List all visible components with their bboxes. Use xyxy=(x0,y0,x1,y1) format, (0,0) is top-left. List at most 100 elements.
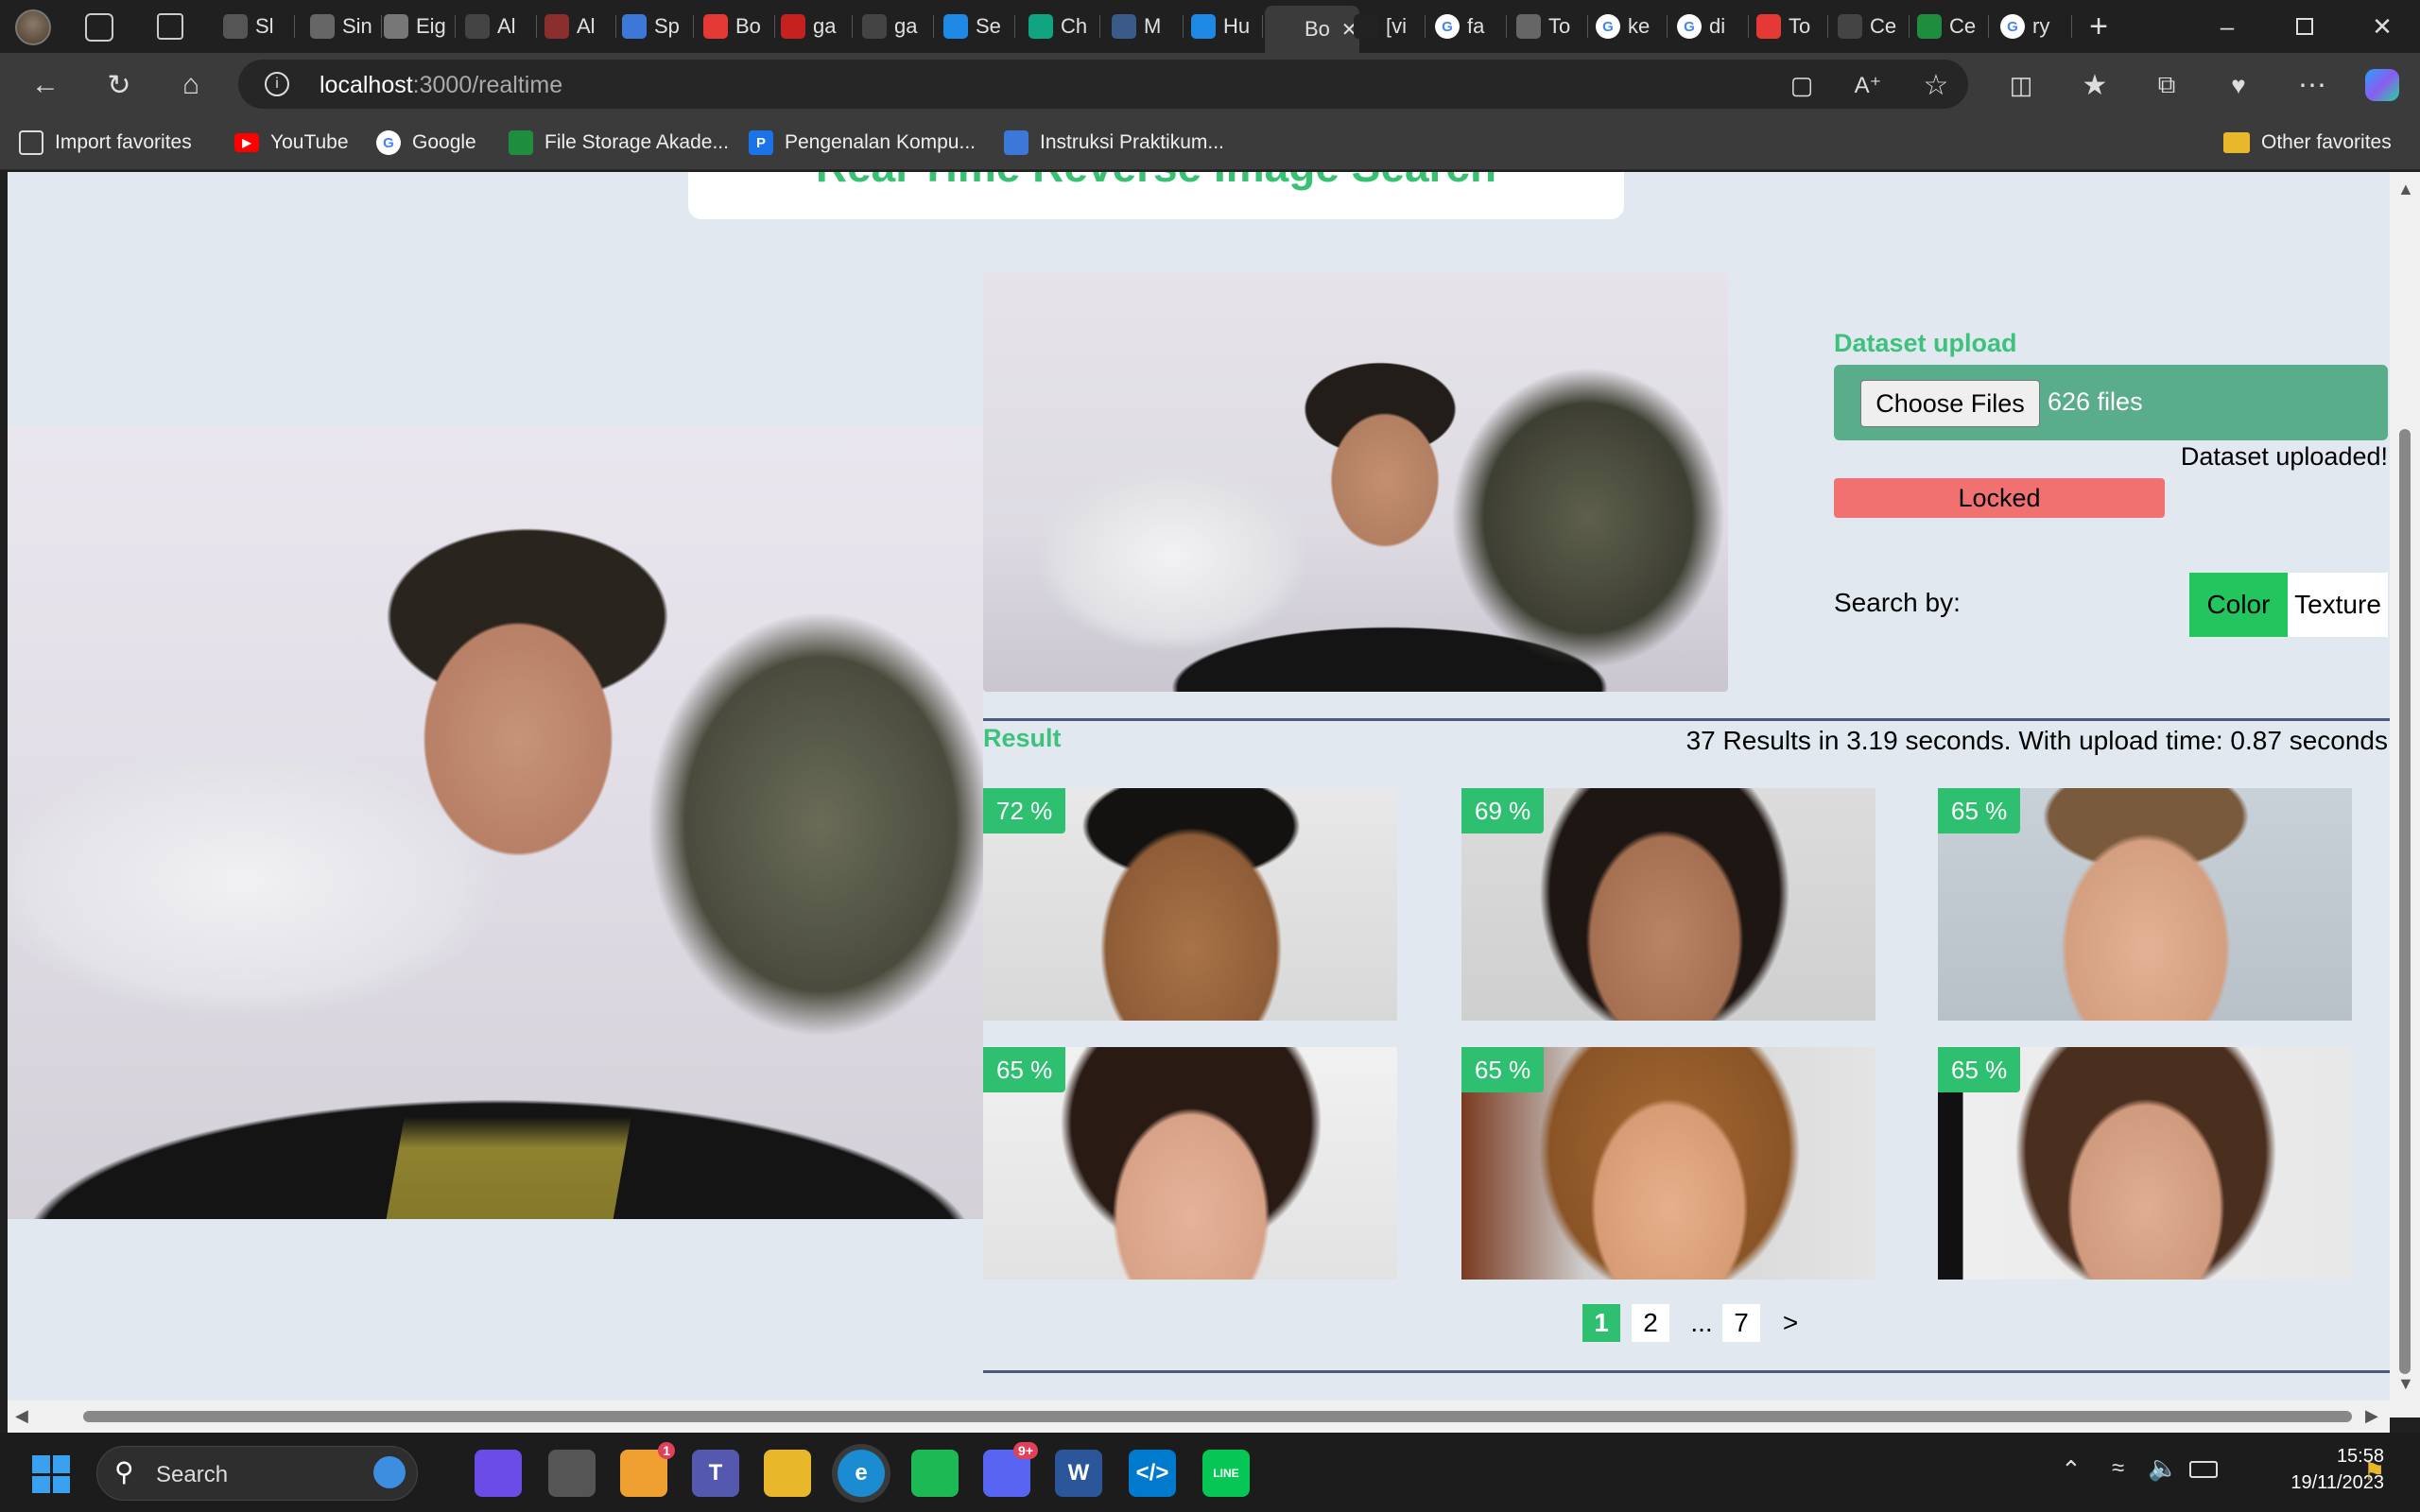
taskbar-search[interactable]: ⚲ Search xyxy=(96,1446,418,1501)
tray-chevron-icon[interactable]: ⌃ xyxy=(2061,1455,2082,1485)
browser-tab[interactable]: Bo ✕ xyxy=(1265,6,1359,53)
battery-icon[interactable] xyxy=(2189,1461,2218,1478)
bookmark-item[interactable]: Import favorites xyxy=(19,127,192,159)
horizontal-scrollbar[interactable]: ◀ ▶ xyxy=(8,1400,2390,1433)
spotify-icon[interactable] xyxy=(911,1450,959,1497)
explorer-icon[interactable] xyxy=(764,1450,811,1497)
task-view-icon[interactable] xyxy=(548,1450,596,1497)
doc-icon xyxy=(310,14,335,39)
read-aloud-icon[interactable]: A⁺ xyxy=(1847,64,1889,106)
browser-tab[interactable]: Gfa xyxy=(1427,8,1507,45)
address-bar[interactable]: i localhost:3000/realtime xyxy=(238,60,1968,109)
bookmark-item[interactable]: Instruksi Praktikum... xyxy=(1004,127,1224,159)
result-card[interactable]: 72 % xyxy=(983,788,1397,1021)
browser-tab[interactable]: Al xyxy=(458,8,537,45)
browser-tab[interactable]: Sp xyxy=(614,8,694,45)
result-card[interactable]: 65 % xyxy=(983,1047,1397,1280)
bookmark-item[interactable]: P Pengenalan Kompu... xyxy=(749,127,976,159)
scroll-down-arrow[interactable]: ▼ xyxy=(2397,1374,2414,1394)
search-option-texture[interactable]: Texture xyxy=(2288,573,2388,637)
result-card[interactable]: 69 % xyxy=(1461,788,1876,1021)
bookmark-item[interactable]: G Google xyxy=(376,127,476,159)
site-info-icon[interactable]: i xyxy=(265,72,289,96)
home-button[interactable]: ⌂ xyxy=(170,64,212,106)
discord-icon[interactable]: 9+ xyxy=(983,1442,1038,1497)
pagination-page[interactable]: 7 xyxy=(1722,1304,1760,1342)
back-button[interactable]: ← xyxy=(25,64,66,106)
browser-tab[interactable]: [vi xyxy=(1346,8,1426,45)
browser-tab[interactable]: Sin xyxy=(302,8,382,45)
profile-avatar[interactable] xyxy=(15,9,51,45)
bookmark-item[interactable]: ▶ YouTube xyxy=(234,127,349,159)
google-docs-icon xyxy=(622,14,647,39)
scroll-right-arrow[interactable]: ▶ xyxy=(2365,1406,2378,1426)
camera-icon[interactable]: ▢ xyxy=(1781,64,1823,106)
browser-tab[interactable]: Hu xyxy=(1184,8,1263,45)
browser-tab[interactable]: To xyxy=(1749,8,1828,45)
other-favorites[interactable]: Other favorites xyxy=(2223,127,2392,159)
browser-tab[interactable]: Sl xyxy=(216,8,295,45)
github-icon xyxy=(862,14,887,39)
refresh-button[interactable]: ↻ xyxy=(98,64,140,106)
performance-icon[interactable]: ♥ xyxy=(2218,64,2259,106)
browser-tab[interactable]: M xyxy=(1104,8,1184,45)
browser-tab[interactable]: Eig xyxy=(376,8,456,45)
browser-tab[interactable]: Gry xyxy=(1993,8,2072,45)
result-card[interactable]: 65 % xyxy=(1938,1047,2352,1280)
browser-tab[interactable]: To xyxy=(1509,8,1588,45)
copilot-icon[interactable] xyxy=(2361,64,2403,106)
scroll-left-arrow[interactable]: ◀ xyxy=(15,1406,28,1426)
similarity-badge: 65 % xyxy=(1461,1047,1545,1092)
browser-tab[interactable]: Se xyxy=(936,8,1015,45)
edge-icon[interactable]: e xyxy=(838,1450,885,1497)
browser-tab[interactable]: Ce xyxy=(1910,8,1989,45)
close-window-button[interactable]: ✕ xyxy=(2354,8,2411,45)
new-tab-button[interactable]: + xyxy=(2078,8,2119,45)
browser-tab[interactable]: ga xyxy=(773,8,853,45)
vertical-scroll-thumb[interactable] xyxy=(2399,429,2411,1374)
copilot-icon[interactable] xyxy=(475,1450,522,1497)
word-icon[interactable]: W xyxy=(1055,1450,1102,1497)
search-option-color[interactable]: Color xyxy=(2189,573,2288,637)
choose-files-button[interactable]: Choose Files xyxy=(1860,380,2040,427)
vertical-scrollbar[interactable]: ▲ ▼ xyxy=(2390,172,2420,1418)
files-count: 626 files xyxy=(2048,387,2143,416)
workspaces-icon[interactable] xyxy=(85,13,113,42)
scroll-up-arrow[interactable]: ▲ xyxy=(2397,180,2414,199)
windows-start-icon[interactable] xyxy=(32,1455,70,1493)
browser-tab[interactable]: Gke xyxy=(1588,8,1668,45)
vertical-tabs-icon[interactable] xyxy=(157,13,183,40)
browser-tab[interactable]: Al xyxy=(537,8,616,45)
notification-badge: 9+ xyxy=(1013,1442,1038,1459)
locked-button[interactable]: Locked xyxy=(1834,478,2165,518)
image-icon xyxy=(223,14,248,39)
horizontal-scroll-thumb[interactable] xyxy=(83,1411,2352,1422)
volume-icon[interactable]: 🔈 xyxy=(2148,1453,2178,1483)
folder-icon xyxy=(2223,132,2250,153)
browser-tab[interactable]: Gdi xyxy=(1669,8,1749,45)
bookmark-item[interactable]: File Storage Akade... xyxy=(509,127,729,159)
collections-icon[interactable]: ⧉ xyxy=(2146,64,2187,106)
k-icon xyxy=(1191,14,1216,39)
split-screen-icon[interactable]: ◫ xyxy=(2000,64,2042,106)
minimize-button[interactable]: – xyxy=(2199,8,2256,45)
restore-button[interactable] xyxy=(2276,8,2333,45)
notification-bell-icon[interactable]: ⚑ xyxy=(2363,1457,2385,1486)
browser-tab[interactable]: ga xyxy=(855,8,934,45)
wifi-icon[interactable]: ≈ xyxy=(2112,1455,2124,1482)
browser-tab[interactable]: Ch xyxy=(1021,8,1100,45)
pagination-page[interactable]: 2 xyxy=(1632,1304,1669,1342)
weather-icon[interactable]: 1 xyxy=(620,1442,675,1497)
favorites-icon[interactable]: ★ xyxy=(2074,64,2116,106)
result-card[interactable]: 65 % xyxy=(1938,788,2352,1021)
pagination-next[interactable]: > xyxy=(1772,1304,1809,1342)
line-icon[interactable]: LINE xyxy=(1202,1450,1250,1497)
teams-icon[interactable]: T xyxy=(692,1450,739,1497)
favorite-star-icon[interactable]: ☆ xyxy=(1915,64,1957,106)
vscode-icon[interactable]: </> xyxy=(1129,1450,1176,1497)
pagination-page[interactable]: 1 xyxy=(1582,1304,1620,1342)
browser-tab[interactable]: Ce xyxy=(1830,8,1910,45)
browser-tab[interactable]: Bo xyxy=(696,8,775,45)
result-card[interactable]: 65 % xyxy=(1461,1047,1876,1280)
more-menu-icon[interactable]: ⋯ xyxy=(2291,64,2333,106)
